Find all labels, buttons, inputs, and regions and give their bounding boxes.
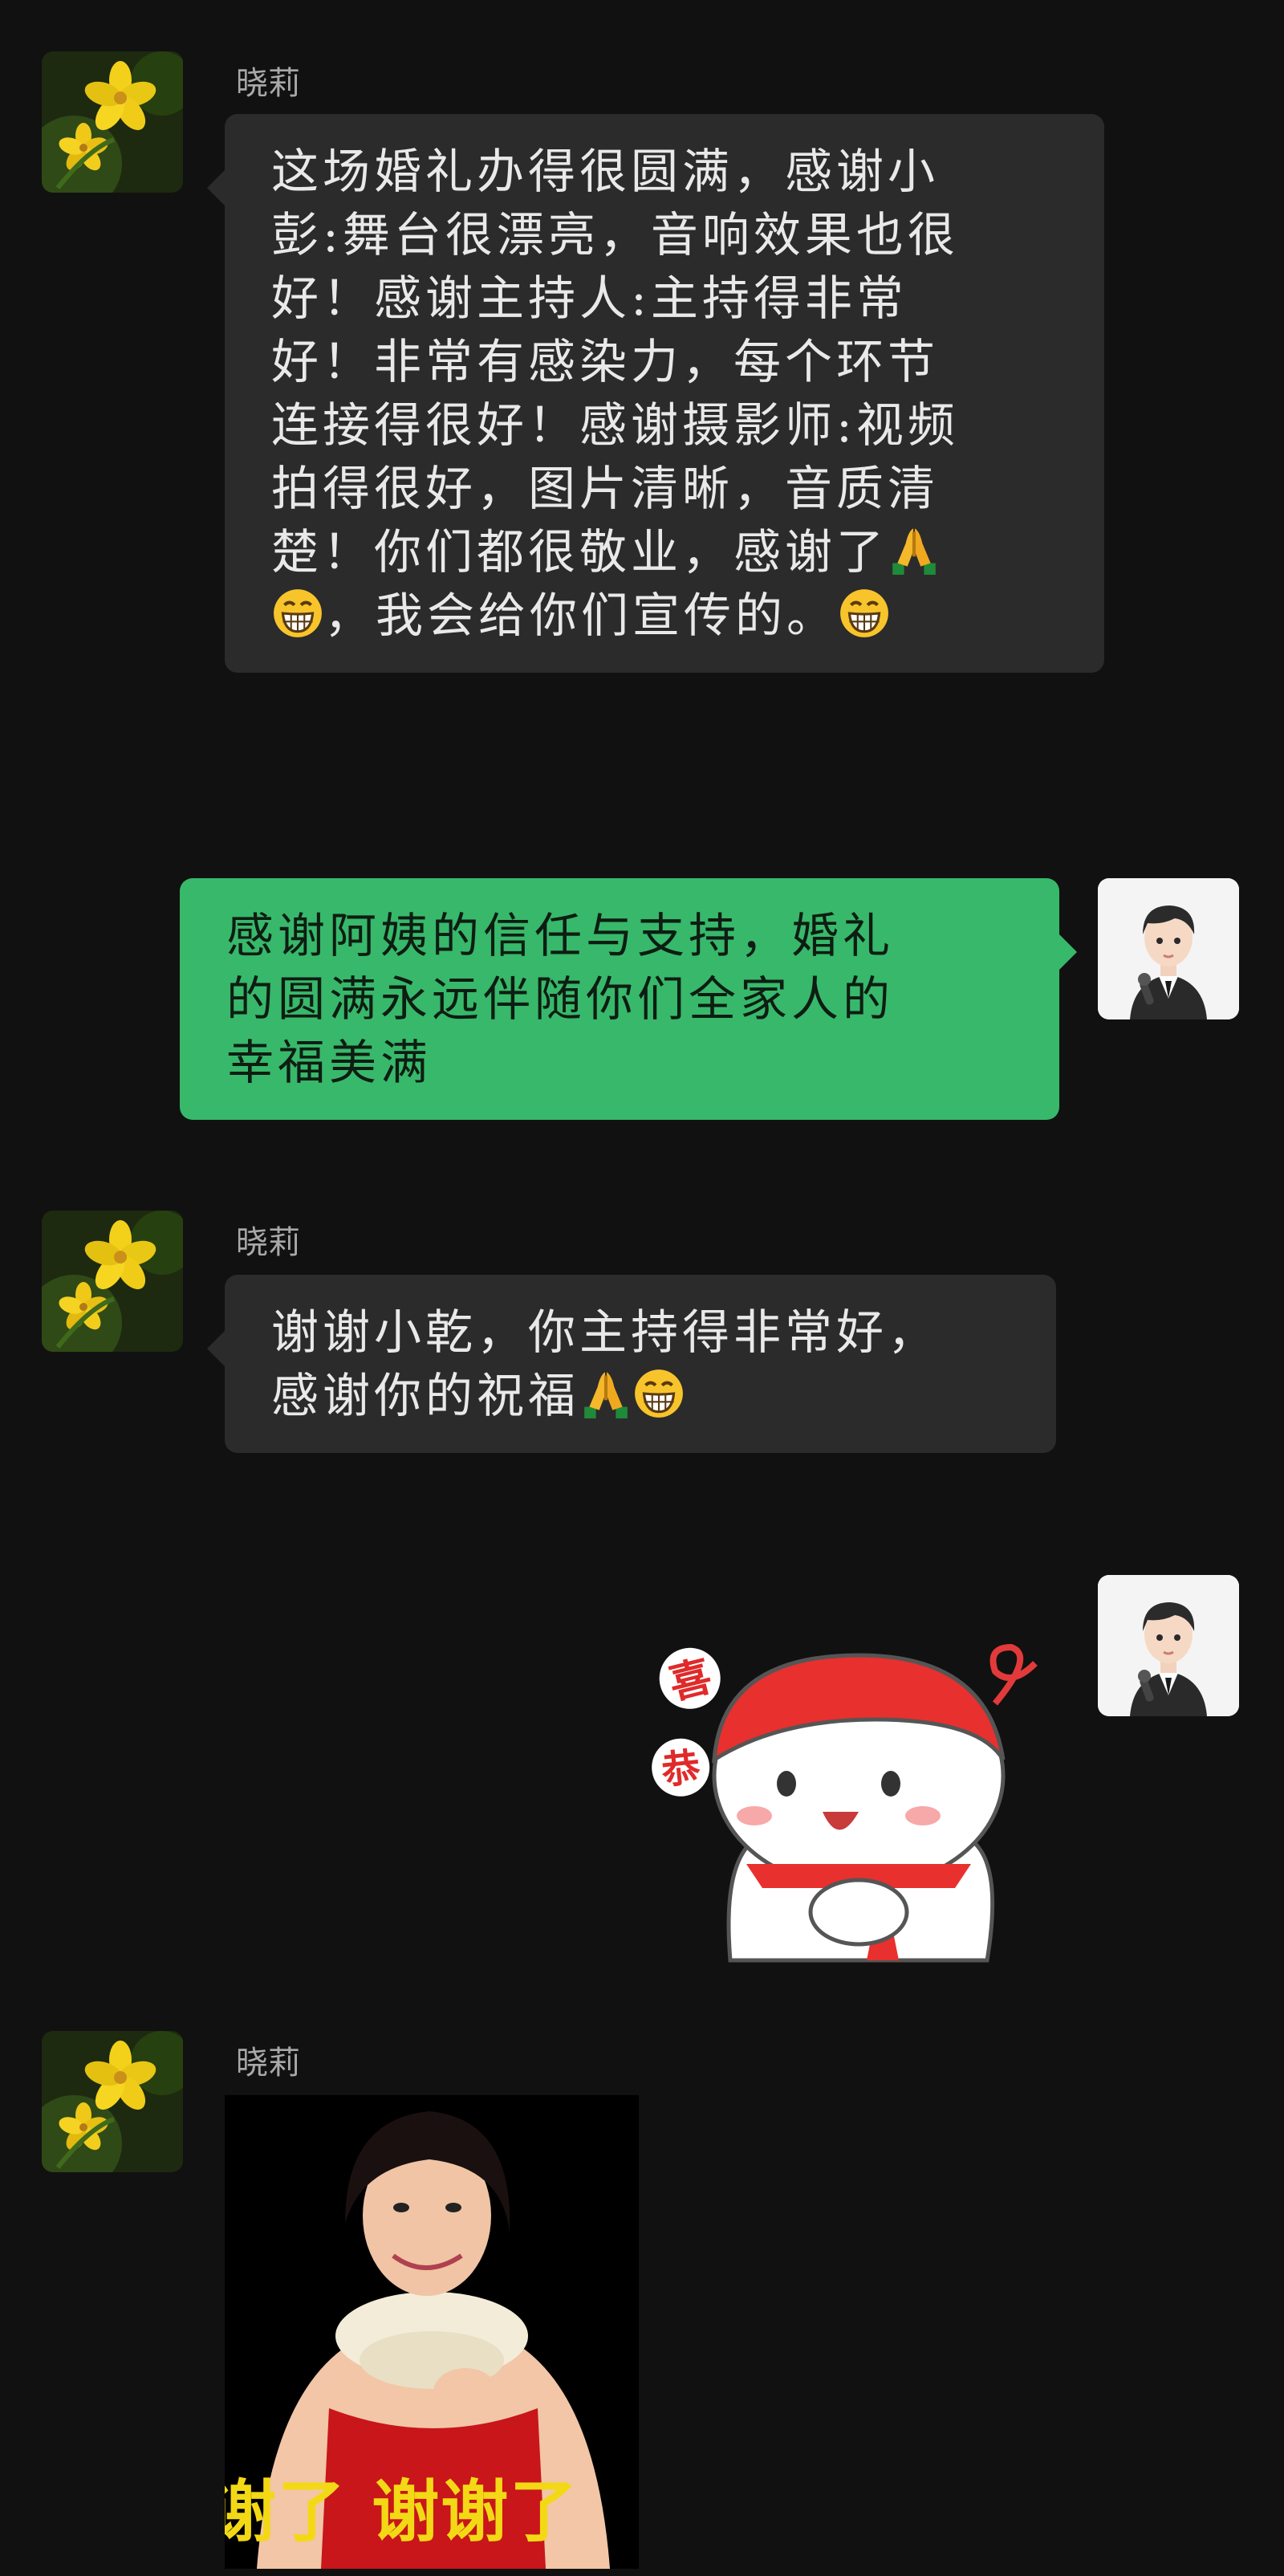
own-avatar[interactable]: [1098, 1575, 1239, 1716]
message-line: 好！非常有感染力，每个环节: [271, 334, 940, 389]
own-avatar[interactable]: [1098, 878, 1239, 1019]
contact-avatar[interactable]: [42, 1211, 183, 1352]
image-caption: 谢了 谢谢了: [225, 2472, 579, 2551]
flower-avatar-icon: [42, 2031, 183, 2172]
folded-hands-emoji: [888, 523, 941, 576]
contact-avatar[interactable]: [42, 2031, 183, 2172]
message-bubble-incoming[interactable]: 这场婚礼办得很圆满，感谢小 彭:舞台很漂亮，音响效果也很 好！感谢主持人:主持得…: [207, 114, 1104, 673]
message-line: 的圆满永远伴随你们全家人的: [226, 971, 895, 1027]
sticker-char: 恭: [659, 1744, 704, 1793]
sender-name: 晓莉: [236, 65, 300, 102]
message-line-with-emoji: 楚！你们都很敬业，感谢了: [271, 520, 1058, 584]
host-avatar-icon: [1098, 878, 1239, 1019]
message-line: 连接得很好！感谢摄影师:视频: [271, 397, 959, 453]
sticker-image: 喜 恭: [652, 1643, 1038, 1963]
message-line: 拍得很好，图片清晰，音质清: [271, 461, 940, 516]
grinning-face-emoji: [632, 1367, 685, 1420]
congratulations-sticker[interactable]: 喜 恭: [634, 1623, 1067, 2008]
message-line: 感谢阿姨的信任与支持，婚礼: [226, 908, 895, 963]
sender-name: 晓莉: [236, 2045, 300, 2082]
message-bubble-outgoing[interactable]: 感谢阿姨的信任与支持，婚礼 的圆满永远伴随你们全家人的 幸福美满: [180, 878, 1077, 1120]
host-avatar-icon: [1098, 1575, 1239, 1716]
image-message[interactable]: 谢了 谢谢了: [225, 2095, 639, 2569]
message-line: 这场婚礼办得很圆满，感谢小: [271, 144, 940, 199]
flower-avatar-icon: [42, 1211, 183, 1352]
message-line-with-emoji: ，我会给你们宣传的。: [271, 584, 1058, 647]
sender-name: 晓莉: [236, 1224, 300, 1261]
folded-hands-emoji: [579, 1367, 632, 1420]
flower-avatar-icon: [42, 51, 183, 193]
message-line-with-emoji: 感谢你的祝福: [271, 1364, 1010, 1427]
contact-avatar[interactable]: [42, 51, 183, 193]
grinning-face-emoji: [838, 587, 891, 640]
message-bubble-incoming[interactable]: 谢谢小乾，你主持得非常好， 感谢你的祝福: [207, 1275, 1056, 1453]
message-line: 谢谢小乾，你主持得非常好，: [271, 1304, 940, 1360]
message-line: 幸福美满: [226, 1035, 433, 1090]
grinning-face-emoji: [271, 587, 324, 640]
message-line: 好！感谢主持人:主持得非常: [271, 271, 908, 326]
message-line: 彭:舞台很漂亮，音响效果也很: [271, 207, 959, 262]
